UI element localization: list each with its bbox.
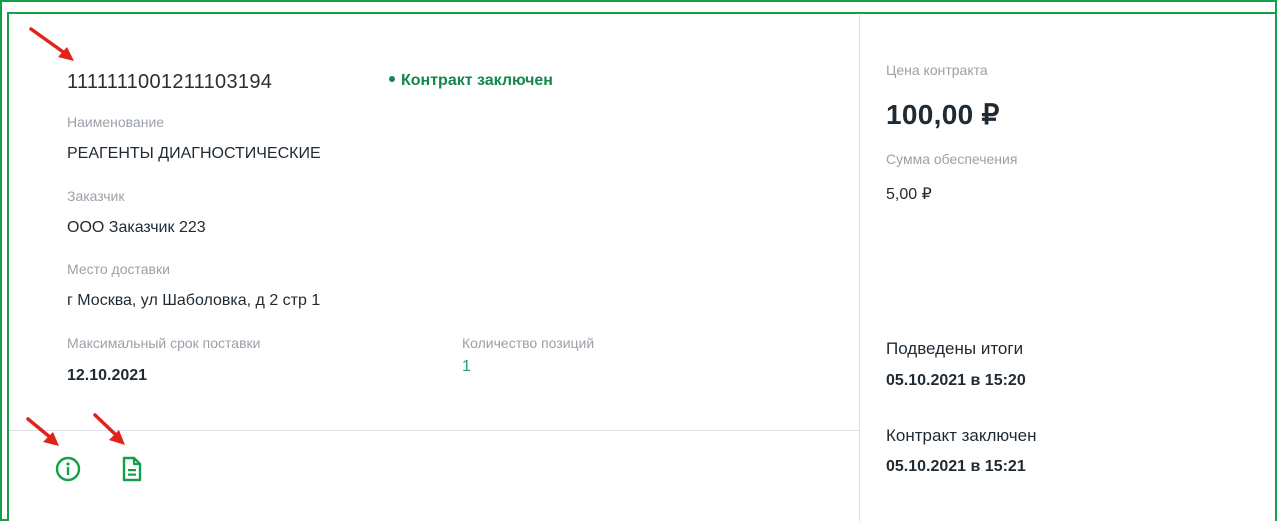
- price-value: 100,00 ₽: [886, 99, 1000, 130]
- contract-card: 1111111001211103194 Контракт заключен На…: [9, 14, 1275, 521]
- positions-value[interactable]: 1: [462, 358, 471, 376]
- name-label: Наименование: [67, 114, 165, 130]
- customer-label: Заказчик: [67, 188, 125, 204]
- status-text: Контракт заключен: [401, 72, 553, 89]
- status-badge: Контракт заключен: [389, 72, 553, 90]
- positions-label: Количество позиций: [462, 335, 595, 351]
- security-label: Сумма обеспечения: [886, 151, 1018, 167]
- status-dot: [389, 75, 395, 82]
- info-icon[interactable]: [55, 456, 81, 482]
- red-arrow-icon: [93, 413, 125, 445]
- red-arrow-icon: [26, 417, 59, 446]
- concluded-label: Контракт заключен: [886, 426, 1037, 445]
- results-label: Подведены итоги: [886, 339, 1024, 358]
- price-label: Цена контракта: [886, 62, 988, 78]
- concluded-value: 05.10.2021 в 15:21: [886, 458, 1026, 475]
- security-value: 5,00 ₽: [886, 186, 932, 203]
- results-value: 05.10.2021 в 15:20: [886, 372, 1026, 389]
- actions-divider: [9, 430, 860, 431]
- max-delivery-value: 12.10.2021: [67, 367, 148, 384]
- delivery-place-label: Место доставки: [67, 261, 170, 277]
- name-value: РЕАГЕНТЫ ДИАГНОСТИЧЕСКИЕ: [67, 145, 321, 162]
- customer-value: ООО Заказчик 223: [67, 219, 206, 236]
- delivery-place-value: г Москва, ул Шаболовка, д 2 стр 1: [67, 292, 321, 309]
- max-delivery-label: Максимальный срок поставки: [67, 335, 261, 351]
- contract-details-panel: 1111111001211103194 Контракт заключен На…: [9, 14, 860, 521]
- contract-number: 1111111001211103194: [67, 71, 273, 93]
- red-arrow-icon: [29, 27, 74, 61]
- document-icon[interactable]: [121, 456, 143, 482]
